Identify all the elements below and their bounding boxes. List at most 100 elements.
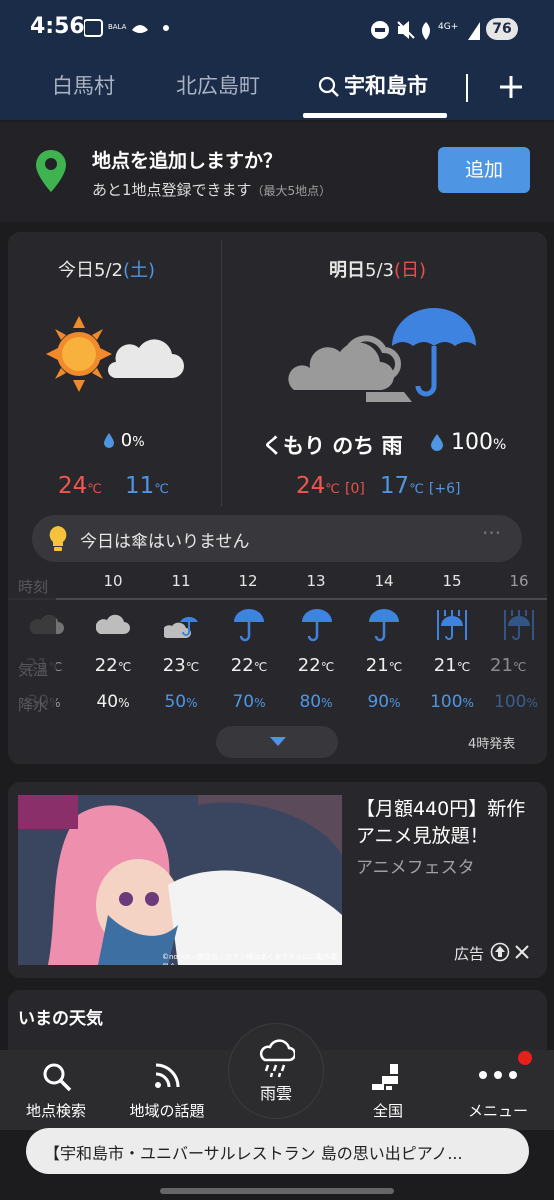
rain-cloud-icon <box>259 1039 295 1078</box>
search-icon <box>43 1063 72 1092</box>
hour-temp: 21℃ <box>365 655 403 676</box>
hour-label: 16 <box>509 572 529 590</box>
forecast-divider <box>221 240 222 506</box>
raindrop-icon <box>104 433 114 448</box>
raindrop-icon <box>431 434 443 451</box>
tomorrow-rain-chance: 100% <box>430 430 506 455</box>
hour-rain: 70% <box>232 692 266 712</box>
home-indicator[interactable] <box>160 1188 394 1194</box>
hour-temp: 22℃ <box>230 655 268 676</box>
hour-label: 12 <box>238 572 258 590</box>
rss-feed-icon <box>155 1063 180 1088</box>
expand-forecast-button[interactable] <box>216 726 338 758</box>
umbrella-tip[interactable]: 今日は傘はいりません ··· <box>32 515 522 562</box>
ad-source: アニメフェスタ <box>356 858 475 878</box>
heavy-rain-umbrella-icon <box>504 610 534 640</box>
today-low: 11 <box>124 473 155 499</box>
nav-search-label: 地点検索 <box>25 1102 86 1120</box>
forecast-issued-time: 4時発表 <box>468 737 516 752</box>
hour-rain: 100% <box>494 692 538 712</box>
tab-location-1[interactable]: 白馬村 <box>52 70 115 100</box>
cloud-umbrella-icon <box>164 616 198 638</box>
nav-national[interactable]: 全国 <box>338 1050 438 1124</box>
nav-radar-button[interactable]: 雨雲 <box>228 1023 324 1119</box>
hour-label: 13 <box>306 572 326 590</box>
japan-map-icon <box>372 1064 398 1090</box>
svg-text:4G+: 4G+ <box>438 22 458 32</box>
ad-image[interactable]: ©nonco・講談社／カナン様はあくまでチョロい製作委員会 <box>18 795 342 965</box>
ad-label: 広告 <box>454 945 485 963</box>
notification-badge <box>516 1049 534 1067</box>
tomorrow-high: 24 <box>296 473 326 499</box>
hour-label: 10 <box>103 572 123 590</box>
hour-temp: 21℃ <box>490 655 527 676</box>
tab-location-3[interactable]: 宇和島市 <box>318 72 458 102</box>
active-tab-indicator <box>303 113 447 118</box>
hourly-fade-overlay <box>8 570 56 720</box>
location-pin-icon <box>36 150 66 192</box>
more-icon <box>479 1071 517 1079</box>
close-icon[interactable] <box>514 944 530 960</box>
chevron-down-icon <box>270 737 286 746</box>
tomorrow-heading: 明日5/3(日) <box>329 260 427 281</box>
hour-temp: 23℃ <box>162 655 200 676</box>
umbrella-icon <box>302 609 332 642</box>
lightbulb-icon <box>49 526 67 551</box>
hour-rain: 50% <box>164 692 198 712</box>
hour-label: 11 <box>171 572 191 590</box>
tab-location-2[interactable]: 北広島町 <box>176 70 260 100</box>
tab-location-3-label: 宇和島市 <box>344 74 428 98</box>
ad-anime-illustration <box>18 795 342 965</box>
umbrella-icon <box>234 609 264 642</box>
tab-separator <box>466 74 468 102</box>
nav-menu-label: メニュー <box>467 1102 528 1120</box>
nav-radar-label: 雨雲 <box>259 1084 292 1103</box>
tomorrow-low: 17 <box>379 473 410 499</box>
add-location-icon[interactable] <box>498 74 524 100</box>
add-location-button[interactable]: 追加 <box>438 147 530 193</box>
today-rain-chance: 0% <box>103 430 145 451</box>
tomorrow-weather-text: くもり のち 雨 <box>262 434 403 458</box>
status-bar: 4:56 BALA 4G+ 76 <box>0 0 554 60</box>
news-toast[interactable]: 【宇和島市・ユニバーサルレストラン 島の思い出ピアノ... <box>26 1128 529 1174</box>
status-time: 4:56 <box>30 14 85 39</box>
hour-rain: 40% <box>96 692 130 712</box>
location-tabs: 白馬村 北広島町 宇和島市 <box>0 60 554 120</box>
news-toast-text: 【宇和島市・ユニバーサルレストラン 島の思い出ピアノ... <box>44 1144 463 1163</box>
umbrella-tip-text: 今日は傘はいりません <box>80 532 250 552</box>
hour-label: 15 <box>442 572 462 590</box>
hour-rain: 90% <box>367 692 401 712</box>
nav-topics-label: 地域の話題 <box>129 1102 205 1120</box>
sunny-then-cloudy-icon <box>46 316 184 392</box>
ad-title[interactable]: 【月額440円】新作アニメ見放題！ <box>356 796 536 850</box>
today-temps: 24℃ 11℃ <box>58 473 169 499</box>
cloud-icon <box>96 614 130 634</box>
battery-indicator: 76 <box>486 18 518 40</box>
today-heading: 今日5/2(土) <box>58 260 156 281</box>
heavy-rain-umbrella-icon <box>437 610 467 640</box>
ad-info-icon[interactable] <box>490 942 510 962</box>
hourly-timeline <box>8 598 547 600</box>
current-weather-title: いまの天気 <box>18 1009 103 1029</box>
tomorrow-temps: 24℃ [0] 17℃ [+6] <box>296 473 461 499</box>
umbrella-icon <box>369 609 399 642</box>
cloudy-then-rain-icon <box>288 308 476 402</box>
hour-rain: 80% <box>299 692 333 712</box>
hour-rain: 100% <box>430 692 474 712</box>
notification-icons: BALA <box>84 19 169 37</box>
today-high: 24 <box>58 473 88 499</box>
more-icon[interactable]: ··· <box>482 521 501 545</box>
nav-search[interactable]: 地点検索 <box>6 1050 106 1124</box>
system-status-icons: 4G+ <box>371 21 480 40</box>
hour-temp: 22℃ <box>297 655 335 676</box>
svg-text:BALA: BALA <box>108 23 127 31</box>
ad-copyright: ©nonco・講談社／カナン様はあくまでチョロい製作委員会 <box>162 953 338 965</box>
nav-national-label: 全国 <box>372 1102 403 1120</box>
hour-temp: 22℃ <box>94 655 132 676</box>
hour-temp: 21℃ <box>433 655 471 676</box>
banner-subtitle: あと1地点登録できます（最大5地点） <box>92 181 332 199</box>
search-icon <box>318 76 339 97</box>
banner-title: 地点を追加しますか？ <box>92 150 283 172</box>
hour-label: 14 <box>374 572 394 590</box>
nav-topics[interactable]: 地域の話題 <box>117 1050 217 1124</box>
